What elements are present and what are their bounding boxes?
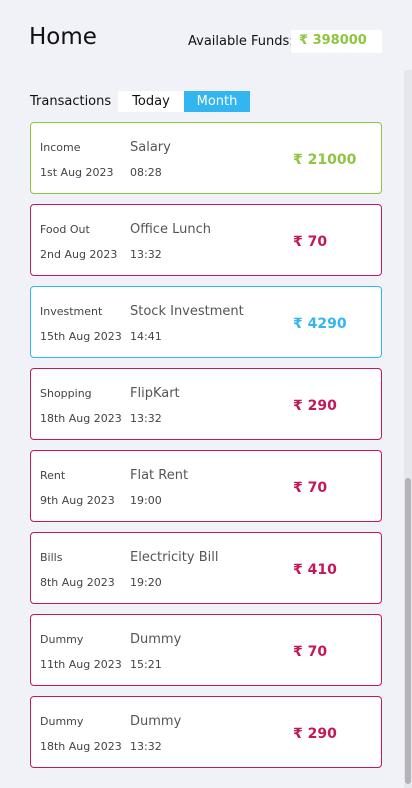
transaction-card[interactable]: Bills 8th Aug 2023 Electricity Bill 19:2… bbox=[30, 532, 382, 604]
transaction-time: 19:00 bbox=[130, 494, 162, 507]
transaction-amount: ₹ 4290 bbox=[293, 316, 347, 332]
transaction-name: Dummy bbox=[130, 632, 182, 647]
transaction-list: Income 1st Aug 2023 Salary 08:28 ₹ 21000… bbox=[30, 122, 382, 778]
transaction-time: 08:28 bbox=[130, 166, 162, 179]
transaction-amount: ₹ 290 bbox=[293, 726, 337, 742]
transaction-category: Dummy bbox=[40, 715, 84, 728]
transaction-time: 13:32 bbox=[130, 248, 162, 261]
transaction-category: Bills bbox=[40, 551, 63, 564]
transaction-time: 15:21 bbox=[130, 658, 162, 671]
transaction-date: 1st Aug 2023 bbox=[40, 166, 114, 179]
filter-today-button[interactable]: Today bbox=[118, 91, 184, 112]
transaction-category: Dummy bbox=[40, 633, 84, 646]
transaction-amount: ₹ 410 bbox=[293, 562, 337, 578]
filter-month-button[interactable]: Month bbox=[184, 91, 250, 112]
transaction-date: 18th Aug 2023 bbox=[40, 740, 122, 753]
transaction-category: Shopping bbox=[40, 387, 92, 400]
transaction-date: 8th Aug 2023 bbox=[40, 576, 115, 589]
transaction-card[interactable]: Food Out 2nd Aug 2023 Office Lunch 13:32… bbox=[30, 204, 382, 276]
transaction-amount: ₹ 21000 bbox=[293, 152, 357, 168]
transaction-card[interactable]: Income 1st Aug 2023 Salary 08:28 ₹ 21000 bbox=[30, 122, 382, 194]
transaction-name: Salary bbox=[130, 140, 171, 155]
transaction-time: 19:20 bbox=[130, 576, 162, 589]
scrollbar-thumb[interactable] bbox=[405, 478, 411, 784]
transaction-category: Income bbox=[40, 141, 81, 154]
transaction-name: Stock Investment bbox=[130, 304, 244, 319]
transaction-card[interactable]: Dummy 18th Aug 2023 Dummy 13:32 ₹ 290 bbox=[30, 696, 382, 768]
transaction-time: 13:32 bbox=[130, 740, 162, 753]
page-title: Home bbox=[29, 24, 97, 50]
transaction-name: Office Lunch bbox=[130, 222, 211, 237]
transaction-date: 15th Aug 2023 bbox=[40, 330, 122, 343]
transaction-date: 11th Aug 2023 bbox=[40, 658, 122, 671]
transaction-amount: ₹ 70 bbox=[293, 234, 328, 250]
transaction-name: Dummy bbox=[130, 714, 182, 729]
transaction-amount: ₹ 70 bbox=[293, 644, 328, 660]
transaction-category: Investment bbox=[40, 305, 103, 318]
transaction-date: 9th Aug 2023 bbox=[40, 494, 115, 507]
transactions-label: Transactions bbox=[30, 94, 112, 109]
available-funds-value: ₹ 398000 bbox=[291, 30, 382, 53]
transaction-name: FlipKart bbox=[130, 386, 180, 401]
transaction-category: Food Out bbox=[40, 223, 90, 236]
transaction-time: 13:32 bbox=[130, 412, 162, 425]
transaction-time: 14:41 bbox=[130, 330, 162, 343]
transaction-name: Flat Rent bbox=[130, 468, 189, 483]
transaction-date: 18th Aug 2023 bbox=[40, 412, 122, 425]
transaction-name: Electricity Bill bbox=[130, 550, 219, 565]
transaction-card[interactable]: Shopping 18th Aug 2023 FlipKart 13:32 ₹ … bbox=[30, 368, 382, 440]
transaction-amount: ₹ 290 bbox=[293, 398, 337, 414]
header: Home Available Funds: ₹ 398000 bbox=[0, 0, 412, 80]
transaction-date: 2nd Aug 2023 bbox=[40, 248, 118, 261]
transaction-card[interactable]: Dummy 11th Aug 2023 Dummy 15:21 ₹ 70 bbox=[30, 614, 382, 686]
transaction-card[interactable]: Rent 9th Aug 2023 Flat Rent 19:00 ₹ 70 bbox=[30, 450, 382, 522]
transaction-card[interactable]: Investment 15th Aug 2023 Stock Investmen… bbox=[30, 286, 382, 358]
available-funds-label: Available Funds: bbox=[188, 34, 294, 49]
transaction-amount: ₹ 70 bbox=[293, 480, 328, 496]
transaction-category: Rent bbox=[40, 469, 66, 482]
